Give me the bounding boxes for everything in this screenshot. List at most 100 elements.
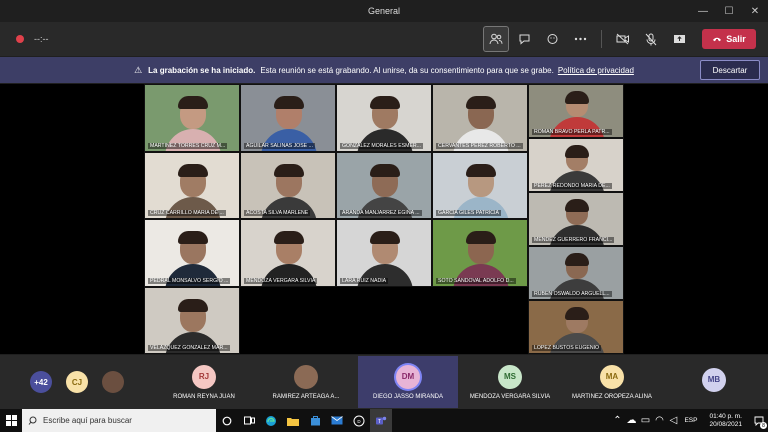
- participant-name-label: LOPEZ BUSTOS EUGENIO: [532, 345, 602, 351]
- video-tile[interactable]: ACOSTA SILVA MARLENE: [240, 151, 336, 219]
- video-tile[interactable]: ROMAN BRAVO PERLA PATR...: [528, 84, 624, 138]
- video-tile[interactable]: PEREZ REDONDO MARIA DE...: [528, 138, 624, 192]
- privacy-policy-link[interactable]: Política de privacidad: [558, 66, 634, 75]
- meeting-toolbar: --:-- Salir: [0, 22, 768, 56]
- participant-strip-name: MARTINEZ OROPEZA ALINA: [572, 393, 652, 400]
- mic-off-icon: [645, 33, 657, 45]
- participant-hair: [178, 163, 208, 177]
- task-view-icon[interactable]: [238, 409, 260, 432]
- participant-hair: [370, 163, 400, 177]
- participant-strip-tile[interactable]: MA MARTINEZ OROPEZA ALINA: [562, 356, 662, 408]
- video-tile[interactable]: VELAZQUEZ GONZALEZ MAR...: [144, 286, 240, 354]
- windows-logo-icon: [5, 415, 17, 426]
- dell-icon[interactable]: D: [348, 409, 370, 432]
- store-icon[interactable]: [304, 409, 326, 432]
- participant-name-label: ACOSTA SILVA MARLENE: [244, 210, 311, 216]
- video-tile[interactable]: SOTO SANDOVAL ADOLFO D...: [432, 219, 528, 287]
- search-placeholder: Escribe aquí para buscar: [43, 416, 132, 425]
- more-participants-badge[interactable]: +42: [30, 371, 52, 393]
- mail-icon[interactable]: [326, 409, 348, 432]
- video-stage: MARTINEZ TORRES CRUZ M... AGUILAR SALINAS…: [0, 84, 768, 354]
- participant-strip-tile[interactable]: MB: [664, 356, 764, 408]
- cloud-icon[interactable]: ☁: [624, 409, 638, 432]
- more-actions-button[interactable]: [567, 26, 593, 52]
- video-tile[interactable]: PEDRAL MONSALVO SERGIO ...: [144, 219, 240, 287]
- cortana-icon[interactable]: [216, 409, 238, 432]
- video-tile[interactable]: LOPEZ BUSTOS EUGENIO: [528, 300, 624, 354]
- participant-hair: [565, 145, 589, 158]
- video-tile[interactable]: LARA RUIZ NADIA: [336, 219, 432, 287]
- taskbar-search-box[interactable]: Escribe aquí para buscar: [22, 409, 216, 432]
- video-tile[interactable]: MARTINEZ TORRES CRUZ M...: [144, 84, 240, 152]
- language-indicator[interactable]: ESP: [684, 417, 697, 424]
- warning-icon: ⚠: [134, 64, 143, 75]
- file-explorer-icon[interactable]: [282, 409, 304, 432]
- leave-button[interactable]: Salir: [702, 29, 756, 49]
- recording-banner: ⚠ La grabación se ha iniciado. Esta reun…: [0, 57, 768, 83]
- participant-name-label: PEDRAL MONSALVO SERGIO ...: [148, 277, 231, 284]
- maximize-button[interactable]: ☐: [716, 0, 742, 22]
- video-tile[interactable]: CERVANTES PEREZ ROBERTO ...: [432, 84, 528, 152]
- participant-hair: [178, 96, 208, 109]
- dismiss-button[interactable]: Descartar: [700, 60, 760, 80]
- participant-name-label: CERVANTES PEREZ ROBERTO ...: [436, 142, 523, 149]
- teams-icon[interactable]: T: [370, 409, 392, 432]
- participant-hair: [565, 307, 589, 320]
- minimize-button[interactable]: —: [690, 0, 716, 22]
- edge-icon[interactable]: [260, 409, 282, 432]
- participant-name-label: ARANDA MANJARREZ EGINA ...: [340, 210, 422, 216]
- video-tile[interactable]: RUBEN OSWALDO ARGUELL...: [528, 246, 624, 300]
- participant-strip-tile[interactable]: RAMIREZ ARTEAGA A...: [256, 356, 356, 408]
- video-tile[interactable]: ARANDA MANJARREZ EGINA ...: [336, 151, 432, 219]
- video-tile[interactable]: CRUZ CARRILLO MARIA DE ...: [144, 151, 240, 219]
- participant-hair: [565, 253, 589, 266]
- close-window-button[interactable]: ✕: [742, 0, 768, 22]
- camera-toggle-button[interactable]: [610, 26, 636, 52]
- participant-hair: [466, 163, 496, 177]
- participant-hair: [274, 96, 304, 109]
- ellipsis-icon: [574, 37, 586, 41]
- participant-hair: [370, 231, 400, 244]
- chevron-up-icon[interactable]: ⌃: [610, 409, 624, 432]
- participant-name-label: CRUZ CARRILLO MARIA DE ...: [148, 210, 226, 216]
- participant-hair: [370, 96, 400, 109]
- leave-label: Salir: [726, 34, 746, 44]
- mic-toggle-button[interactable]: [638, 26, 664, 52]
- video-tile[interactable]: GARCIA GILES PATRICIA: [432, 151, 528, 219]
- participant-strip-tile[interactable]: DM DIEGO JASSO MIRANDA: [358, 356, 458, 408]
- notification-center-button[interactable]: 8: [750, 409, 768, 432]
- battery-icon[interactable]: ▭: [638, 409, 652, 432]
- video-tile[interactable]: MENDOZA VERGARA SILVIA: [240, 219, 336, 287]
- avatar-cj[interactable]: CJ: [66, 371, 88, 393]
- participants-button[interactable]: [483, 26, 509, 52]
- participant-hair: [274, 163, 304, 177]
- reactions-button[interactable]: [539, 26, 565, 52]
- avatar: [294, 364, 318, 389]
- clock[interactable]: 01:40 p. m. 20/08/2021: [709, 413, 742, 429]
- volume-icon[interactable]: ◁: [666, 409, 680, 432]
- video-tile[interactable]: MENDEZ GUERRERO FRANCI...: [528, 192, 624, 246]
- notification-count: 8: [760, 422, 767, 429]
- participant-name-label: ROMAN BRAVO PERLA PATR...: [532, 129, 612, 135]
- avatar: DM: [396, 364, 420, 389]
- chat-button[interactable]: [511, 26, 537, 52]
- participant-strip-name: RAMIREZ ARTEAGA A...: [272, 393, 340, 400]
- people-icon: [489, 33, 503, 45]
- participant-name-label: MENDEZ GUERRERO FRANCI...: [532, 237, 615, 243]
- start-button[interactable]: [0, 409, 22, 432]
- windows-taskbar: Escribe aquí para buscar D T ⌃ ☁ ▭ ◠ ◁ E…: [0, 409, 768, 432]
- participant-hair: [565, 199, 589, 212]
- participant-name-label: PEREZ REDONDO MARIA DE...: [532, 183, 612, 189]
- participant-name-label: LARA RUIZ NADIA: [340, 277, 389, 284]
- avatar-photo[interactable]: [102, 371, 124, 393]
- share-screen-button[interactable]: [666, 26, 692, 52]
- window-controls: — ☐ ✕: [690, 0, 768, 22]
- video-tile[interactable]: AGUILAR SALINAS JOSE ...: [240, 84, 336, 152]
- participant-hair: [178, 298, 208, 312]
- participant-strip-tile[interactable]: MS MENDOZA VERGARA SILVIA: [460, 356, 560, 408]
- video-tile[interactable]: GONZALEZ MORALES ESMER...: [336, 84, 432, 152]
- network-icon[interactable]: ◠: [652, 409, 666, 432]
- participant-strip-tile[interactable]: RJ ROMAN REYNA JUAN: [154, 356, 254, 408]
- clock-date: 20/08/2021: [709, 420, 742, 428]
- svg-text:T: T: [378, 419, 381, 425]
